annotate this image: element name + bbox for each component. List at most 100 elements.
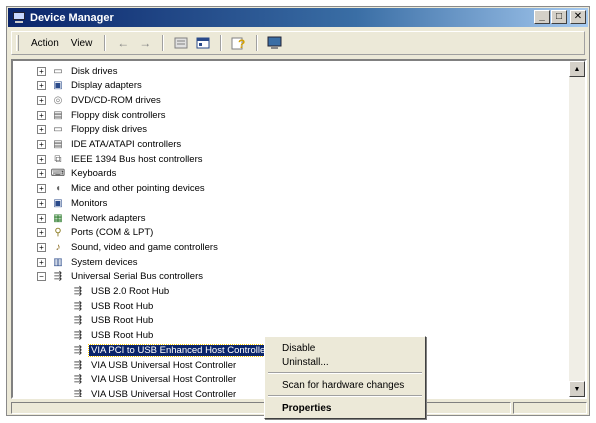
mouse-icon: ◖ — [54, 183, 62, 195]
context-properties[interactable]: Properties — [268, 401, 422, 415]
tree-expander[interactable]: + — [37, 257, 46, 267]
tree-expander[interactable]: + — [37, 198, 46, 208]
toolbar-separator — [162, 35, 165, 51]
usb-device-icon: ⇶ — [73, 359, 83, 371]
usb-device-row[interactable]: ⇶ VIA PCI to USB Enhanced Host Controller — [71, 343, 272, 357]
usb-device-row[interactable]: ⇶ USB 2.0 Root Hub — [71, 285, 171, 299]
usb-device-label: USB Root Hub — [91, 330, 154, 342]
menu-toolbar: Action View ← → ? — [11, 31, 585, 55]
tree-expander[interactable]: + — [37, 66, 46, 76]
tree-category-row[interactable]: ⧉ IEEE 1394 Bus host controllers — [51, 152, 205, 166]
tree-category-label: Universal Serial Bus controllers — [71, 271, 203, 283]
usb-device-icon: ⇶ — [73, 374, 83, 386]
vertical-scrollbar[interactable]: ▲ ▼ — [569, 61, 585, 397]
maximize-icon: □ — [555, 11, 563, 22]
usb-device-label: USB Root Hub — [91, 300, 154, 312]
status-segment-right — [513, 402, 587, 414]
tree-expander[interactable]: + — [37, 125, 46, 135]
context-uninstall[interactable]: Uninstall... — [268, 355, 422, 369]
usb-device-row[interactable]: ⇶ USB Root Hub — [71, 299, 155, 313]
tree-category-label: Display adapters — [71, 80, 142, 92]
tree-category-row[interactable]: ▤ Floppy disk controllers — [51, 108, 168, 122]
tree-expander[interactable]: + — [37, 242, 46, 252]
tree-category-label: Disk drives — [71, 65, 118, 77]
floppy-drive-icon: ▭ — [53, 124, 63, 136]
status-segment-main — [11, 402, 511, 414]
tree-expander[interactable]: + — [37, 213, 46, 223]
context-separator — [268, 372, 422, 374]
tree-category-row[interactable]: ▭ Floppy disk drives — [51, 123, 149, 137]
maximize-button[interactable]: □ — [551, 10, 567, 24]
tree-expander[interactable]: + — [37, 110, 46, 120]
tree-expander[interactable]: + — [37, 169, 46, 179]
properties-sheet-icon — [174, 37, 188, 49]
toolbar-separator — [104, 35, 107, 51]
usb-device-icon: ⇶ — [73, 388, 83, 399]
svg-text:?: ? — [238, 37, 245, 50]
scan-hardware-icon — [267, 36, 282, 49]
tree-category-row[interactable]: ▦ Network adapters — [51, 211, 147, 225]
tree-category-label: Sound, video and game controllers — [71, 241, 218, 253]
title-bar[interactable]: Device Manager _ □ ✕ — [8, 8, 588, 27]
properties-sheet-button[interactable] — [172, 35, 190, 51]
usb-device-label: VIA USB Universal Host Controller — [91, 388, 237, 399]
tree-expander[interactable]: + — [37, 184, 46, 194]
display-adapter-icon: ▣ — [53, 80, 63, 92]
usb-device-row[interactable]: ⇶ USB Root Hub — [71, 314, 155, 328]
tree-category-row[interactable]: ◎ DVD/CD-ROM drives — [51, 93, 163, 107]
tree-expander[interactable]: + — [37, 95, 46, 105]
context-disable[interactable]: Disable — [268, 341, 422, 355]
tree-category-row[interactable]: ▥ System devices — [51, 255, 140, 269]
usb-device-icon: ⇶ — [73, 300, 83, 312]
context-separator — [268, 395, 422, 397]
tree-category-label: Mice and other pointing devices — [71, 183, 205, 195]
tree-category-row[interactable]: ▭ Disk drives — [51, 64, 119, 78]
tree-expander[interactable]: − — [37, 272, 46, 282]
tree-category-label: DVD/CD-ROM drives — [71, 94, 161, 106]
context-scan-hardware[interactable]: Scan for hardware changes — [268, 378, 422, 392]
tree-expander[interactable]: + — [37, 140, 46, 149]
close-icon: ✕ — [573, 11, 583, 22]
back-icon: ← — [117, 36, 130, 50]
back-button[interactable]: ← — [114, 35, 132, 51]
usb-device-icon: ⇶ — [73, 286, 83, 297]
scroll-down-button[interactable]: ▼ — [569, 381, 585, 397]
usb-device-row[interactable]: ⇶ VIA USB Universal Host Controller — [71, 387, 238, 399]
network-adapter-icon: ▦ — [53, 212, 63, 224]
tree-category-row[interactable]: ▤ IDE ATA/ATAPI controllers — [51, 138, 183, 152]
help-button[interactable]: ? — [230, 35, 248, 51]
usb-device-row[interactable]: ⇶ USB Root Hub — [71, 329, 155, 343]
usb-device-row[interactable]: ⇶ VIA USB Universal Host Controller — [71, 373, 238, 387]
toolbar-grip[interactable] — [16, 35, 19, 51]
cdrom-icon: ◎ — [53, 94, 63, 106]
tree-category-label: Floppy disk drives — [71, 124, 148, 136]
tree-category-row[interactable]: ▣ Display adapters — [51, 79, 144, 93]
usb-device-label: USB 2.0 Root Hub — [91, 286, 170, 297]
tree-category-row[interactable]: ⚲ Ports (COM & LPT) — [51, 226, 155, 240]
menu-action[interactable]: Action — [25, 36, 65, 51]
usb-device-label: VIA USB Universal Host Controller — [91, 374, 237, 386]
show-hide-tree-icon — [196, 37, 210, 49]
close-button[interactable]: ✕ — [570, 10, 586, 24]
tree-expander[interactable]: + — [37, 154, 46, 164]
tree-category-row[interactable]: ▣ Monitors — [51, 196, 109, 210]
minimize-button[interactable]: _ — [534, 10, 550, 24]
system-device-icon: ▥ — [53, 256, 63, 268]
menu-view[interactable]: View — [65, 36, 99, 51]
show-hide-tree-button[interactable] — [194, 35, 212, 51]
tree-category-row[interactable]: ◖ Mice and other pointing devices — [51, 182, 207, 196]
tree-expander[interactable]: + — [37, 81, 46, 91]
scroll-up-button[interactable]: ▲ — [569, 61, 585, 77]
tree-category-row[interactable]: ⌨ Keyboards — [51, 167, 118, 181]
toolbar-separator — [220, 35, 223, 51]
tree-category-row[interactable]: ♪ Sound, video and game controllers — [51, 240, 220, 254]
scan-hardware-button[interactable] — [266, 35, 284, 51]
usb-device-row[interactable]: ⇶ VIA USB Universal Host Controller — [71, 358, 238, 372]
tree-category-row[interactable]: ⇶ Universal Serial Bus controllers — [51, 270, 205, 284]
tree-category-label: Keyboards — [71, 168, 117, 180]
forward-button[interactable]: → — [136, 35, 154, 51]
tree-expander[interactable]: + — [37, 228, 46, 238]
tree-category-label: System devices — [71, 256, 138, 268]
toolbar-separator — [256, 35, 259, 51]
window-title: Device Manager — [30, 11, 114, 24]
